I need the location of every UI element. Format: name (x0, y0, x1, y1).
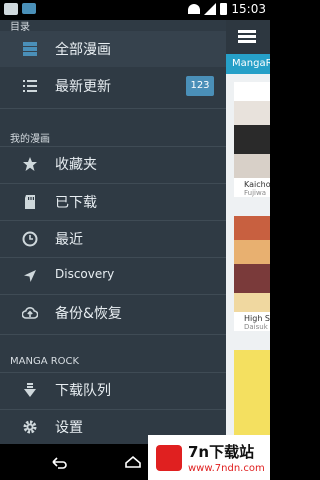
section-header-manga-rock: MANGA ROCK (10, 356, 80, 367)
section-divider (0, 334, 226, 335)
list-icon (23, 80, 37, 92)
clock-icon (22, 231, 38, 247)
drawer-item-label: 设置 (55, 420, 83, 436)
gear-icon (23, 420, 37, 434)
drawer-item-label: 下载队列 (55, 383, 111, 399)
drawer-item-label: 最新更新 (55, 79, 111, 95)
section-divider (0, 108, 226, 109)
notification-mail-icon (22, 3, 36, 14)
cloud-upload-icon (22, 307, 38, 319)
drawer-item-latest-updates[interactable]: 最新更新 123 (0, 68, 226, 104)
navigation-drawer: 目录 全部漫画 最新更新 123 我的漫画 收藏夹 已下载 最近 Discove… (0, 20, 226, 444)
wifi-icon (188, 4, 201, 14)
drawer-item-label: Discovery (55, 267, 115, 281)
navigation-arrow-icon (24, 270, 36, 282)
download-logo-icon (156, 445, 182, 471)
manga-card[interactable] (234, 350, 270, 444)
status-right: 15:03 (188, 2, 266, 16)
section-header-my-manga: 我的漫画 (10, 134, 50, 145)
watermark-title: 7n下载站 (188, 443, 255, 461)
drawer-item-favorites[interactable]: 收藏夹 (0, 146, 226, 182)
watermark-overlay: 7n下载站 www.7ndn.com (148, 435, 270, 480)
drawer-item-backup-restore[interactable]: 备份&恢复 (0, 295, 226, 331)
drawer-item-label: 最近 (55, 232, 83, 248)
drawer-item-downloaded[interactable]: 已下载 (0, 184, 226, 220)
manga-card[interactable]: Kaicho Fujiwa (234, 82, 270, 197)
tab-mangarock[interactable]: MangaRe (226, 54, 270, 74)
sd-card-icon (25, 195, 35, 209)
signal-icon (204, 3, 217, 15)
app-toolbar (226, 20, 270, 54)
menu-icon[interactable] (238, 30, 256, 44)
watermark-url: www.7ndn.com (188, 463, 265, 474)
update-count-badge: 123 (186, 76, 214, 96)
clock-time: 15:03 (231, 2, 266, 16)
drawer-item-label: 全部漫画 (55, 42, 111, 58)
star-icon (23, 157, 37, 171)
download-queue-icon (24, 383, 36, 397)
manga-card[interactable]: High S Daisuk (234, 216, 270, 331)
drawer-item-discovery[interactable]: Discovery (0, 258, 226, 294)
notification-icons (4, 3, 36, 15)
manga-title: High S (244, 314, 270, 323)
back-icon[interactable] (50, 453, 68, 471)
drawer-item-recent[interactable]: 最近 (0, 221, 226, 257)
drawer-item-label: 已下载 (55, 195, 97, 211)
manga-cover-image (234, 350, 270, 444)
manga-title: Kaicho (244, 180, 270, 189)
drawer-item-download-queue[interactable]: 下载队列 (0, 372, 226, 408)
manga-author: Daisuk (244, 323, 268, 331)
drawer-item-all-manga[interactable]: 全部漫画 (0, 31, 226, 67)
drawer-item-label: 备份&恢复 (55, 306, 122, 322)
manga-cover-image (234, 82, 270, 178)
drawer-item-label: 收藏夹 (55, 157, 97, 173)
home-icon[interactable] (124, 453, 142, 471)
stack-icon (23, 42, 37, 56)
notification-image-icon (4, 3, 18, 15)
status-bar: 15:03 (0, 0, 270, 20)
manga-cover-image (234, 216, 270, 312)
battery-icon (220, 3, 228, 15)
manga-author: Fujiwa (244, 189, 266, 197)
